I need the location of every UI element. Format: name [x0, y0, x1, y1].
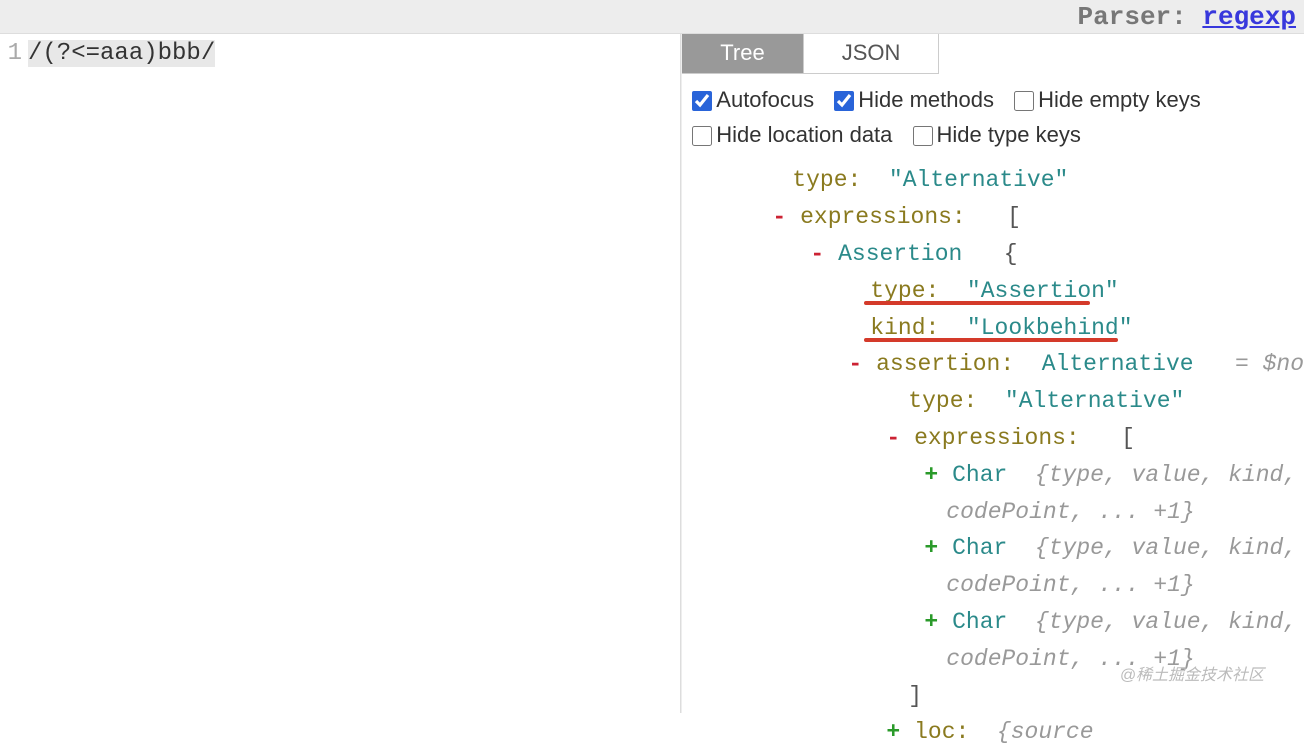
code-text[interactable]: /(?<=aaa)bbb/	[28, 40, 215, 67]
collapse-icon[interactable]: -	[848, 346, 862, 383]
tree-row: + Char {type, value, kind,	[692, 604, 1304, 641]
tree-row: - Assertion {	[692, 236, 1304, 273]
checkbox-hide-methods[interactable]	[834, 91, 854, 111]
tree-row: + loc: {source	[692, 714, 1304, 751]
line-number: 1	[0, 40, 28, 67]
tree-row: - expressions: [	[692, 199, 1304, 236]
opt-hide-methods[interactable]: Hide methods	[834, 87, 994, 112]
expand-icon[interactable]: +	[924, 530, 938, 567]
tree-row: + Char {type, value, kind,	[692, 530, 1304, 567]
tree-row: type: "Alternative"	[692, 162, 1304, 199]
tree-row: codePoint, ... +1}	[692, 494, 1304, 531]
expand-icon[interactable]: +	[924, 604, 938, 641]
parser-link[interactable]: regexp	[1202, 2, 1296, 32]
tree-row-type: type: "Assertion"	[692, 273, 1304, 310]
main-area: 1/(?<=aaa)bbb/ Tree JSON Autofocus Hide …	[0, 34, 1304, 713]
tree-row: type: "Alternative"	[692, 383, 1304, 420]
checkbox-hide-empty-keys[interactable]	[1014, 91, 1034, 111]
opt-hide-location[interactable]: Hide location data	[692, 122, 892, 147]
right-panel: Tree JSON Autofocus Hide methods Hide em…	[681, 34, 1304, 713]
tree-row: + Char {type, value, kind,	[692, 457, 1304, 494]
expand-icon[interactable]: +	[886, 714, 900, 751]
tab-json[interactable]: JSON	[804, 34, 940, 74]
tree-row-kind: kind: "Lookbehind"	[692, 310, 1304, 347]
tree-row: - expressions: [	[692, 420, 1304, 457]
collapse-icon[interactable]: -	[810, 236, 824, 273]
checkbox-hide-location[interactable]	[692, 126, 712, 146]
header-bar: Parser: regexp	[0, 0, 1304, 34]
tree-row: - assertion: Alternative = $no	[692, 346, 1304, 383]
opt-hide-type-keys[interactable]: Hide type keys	[913, 122, 1081, 147]
tabs: Tree JSON	[682, 34, 1304, 74]
tree-options: Autofocus Hide methods Hide empty keys H…	[682, 74, 1304, 158]
opt-autofocus[interactable]: Autofocus	[692, 87, 814, 112]
collapse-icon[interactable]: -	[886, 420, 900, 457]
checkbox-autofocus[interactable]	[692, 91, 712, 111]
tree-row: codePoint, ... +1}	[692, 567, 1304, 604]
tab-tree[interactable]: Tree	[682, 34, 803, 74]
opt-hide-empty-keys[interactable]: Hide empty keys	[1014, 87, 1201, 112]
expand-icon[interactable]: +	[924, 457, 938, 494]
checkbox-hide-type-keys[interactable]	[913, 126, 933, 146]
code-editor[interactable]: 1/(?<=aaa)bbb/	[0, 34, 681, 713]
parser-label: Parser:	[1078, 2, 1187, 32]
collapse-icon[interactable]: -	[772, 199, 786, 236]
watermark: @稀土掘金技术社区	[1120, 661, 1264, 685]
